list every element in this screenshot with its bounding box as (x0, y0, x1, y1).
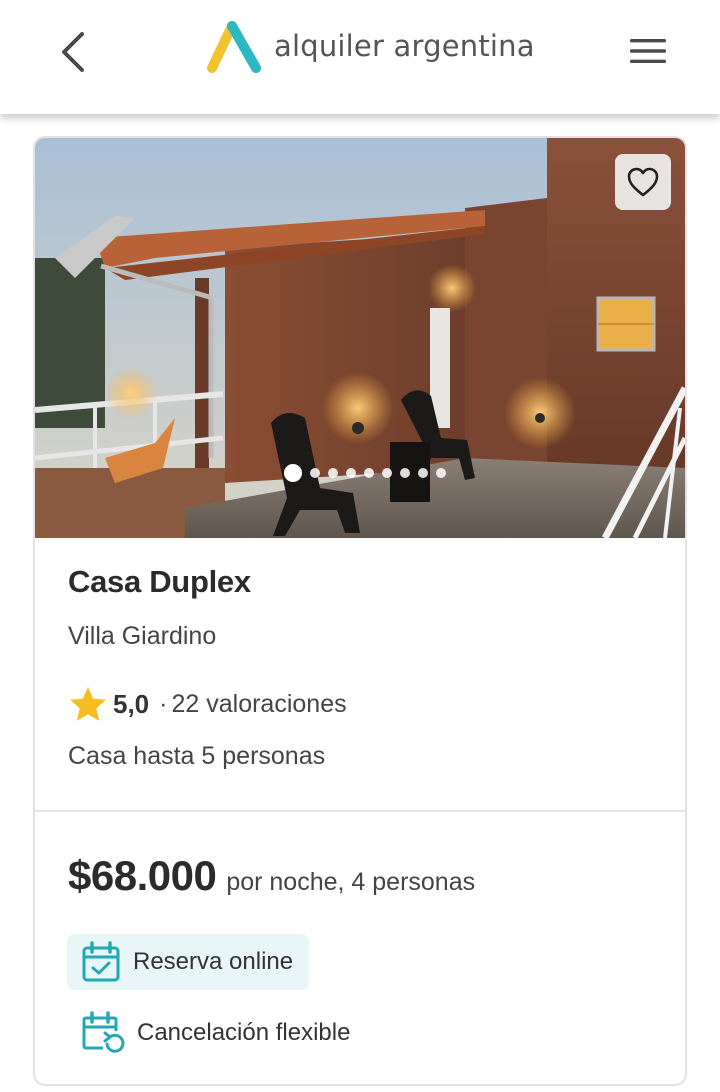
listing-photo-carousel[interactable] (35, 138, 685, 538)
listing-location: Villa Giardino (68, 622, 217, 650)
pricing-section: $68.000 por noche, 4 personas Reserva on… (35, 812, 685, 1084)
price-row: $68.000 por noche, 4 personas (68, 852, 475, 900)
price-note: por noche, 4 personas (226, 868, 476, 896)
carousel-dot[interactable] (328, 468, 338, 478)
carousel-dot-active[interactable] (284, 464, 302, 482)
favorite-button[interactable] (615, 154, 671, 210)
app-header: alquiler argentina (0, 0, 720, 114)
capacity-text: Casa hasta 5 personas (68, 742, 326, 770)
rating-row: 5,0 · 22 valoraciones (69, 684, 347, 724)
rating-value: 5,0 (113, 688, 150, 719)
hamburger-menu-icon (630, 39, 666, 63)
carousel-dot[interactable] (364, 468, 374, 478)
back-button[interactable] (50, 24, 96, 80)
carousel-dot[interactable] (400, 468, 410, 478)
carousel-dot[interactable] (310, 468, 320, 478)
online-booking-badge: Reserva online (67, 934, 310, 990)
calendar-check-icon (82, 941, 120, 982)
price-amount: $68.000 (68, 852, 217, 899)
listing-title[interactable]: Casa Duplex (68, 564, 251, 600)
carousel-dot[interactable] (436, 468, 446, 478)
rating-separator: · (159, 689, 168, 718)
calendar-refresh-icon (82, 1011, 125, 1053)
carousel-dots (35, 463, 685, 483)
carousel-dot[interactable] (346, 468, 356, 478)
star-icon (70, 687, 106, 721)
carousel-dot[interactable] (382, 468, 392, 478)
listing-card[interactable]: Casa Duplex Villa Giardino 5,0 · 22 valo… (33, 136, 687, 1086)
brand-logo[interactable]: alquiler argentina (206, 18, 535, 74)
online-booking-label: Reserva online (133, 948, 294, 975)
heart-icon (627, 167, 659, 197)
flexible-cancellation-badge: Cancelación flexible (81, 1006, 350, 1060)
chevron-left-icon (62, 32, 84, 72)
menu-button[interactable] (622, 28, 674, 74)
carousel-dot[interactable] (418, 468, 428, 478)
listing-info: Casa Duplex Villa Giardino 5,0 · 22 valo… (35, 538, 685, 810)
flexible-cancellation-label: Cancelación flexible (137, 1019, 351, 1046)
rating-count[interactable]: 22 valoraciones (171, 690, 346, 719)
logo-mark-icon (207, 21, 261, 73)
brand-name: alquiler argentina (274, 29, 535, 63)
